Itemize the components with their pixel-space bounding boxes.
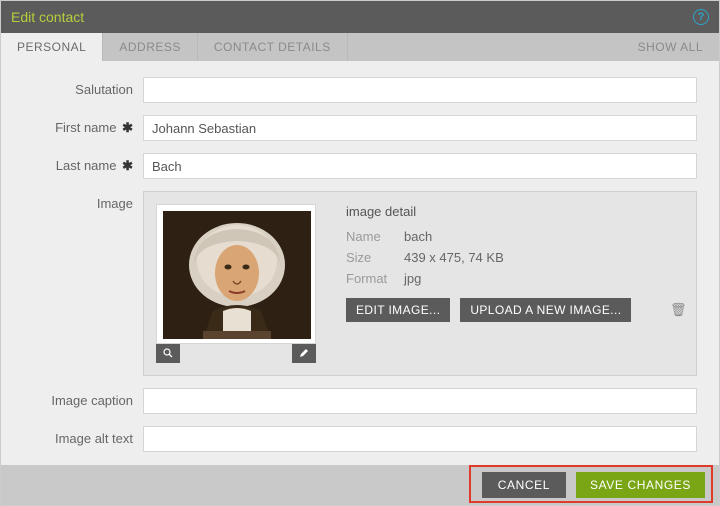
meta-format-label: Format [346,271,404,286]
dialog-title: Edit contact [11,9,84,25]
zoom-icon[interactable] [156,343,180,363]
image-caption-input[interactable] [143,388,697,414]
image-alt-input[interactable] [143,426,697,452]
meta-format-value: jpg [404,271,421,286]
required-icon: ✱ [122,120,133,135]
trash-icon[interactable]: 🗑 [670,302,684,318]
help-icon[interactable]: ? [693,9,709,25]
image-meta: image detail Namebach Size439 x 475, 74 … [346,204,684,363]
meta-size-value: 439 x 475, 74 KB [404,250,504,265]
tab-address[interactable]: ADDRESS [103,33,198,61]
label-image-alt: Image alt text [23,426,143,446]
label-image-caption: Image caption [23,388,143,408]
form-personal: Salutation First name ✱ Last name ✱ Imag… [1,61,719,474]
label-last-name: Last name ✱ [23,153,143,174]
meta-name-value: bach [404,229,432,244]
edit-contact-dialog: Edit contact ? PERSONAL ADDRESS CONTACT … [0,0,720,506]
meta-size-label: Size [346,250,404,265]
meta-name-label: Name [346,229,404,244]
image-thumbnail [156,204,316,344]
edit-pencil-icon[interactable] [292,343,316,363]
first-name-input[interactable] [143,115,697,141]
label-salutation: Salutation [23,77,143,97]
titlebar: Edit contact ? [1,1,719,33]
save-changes-button[interactable]: SAVE CHANGES [576,472,705,498]
tab-show-all[interactable]: SHOW ALL [622,33,719,61]
required-icon: ✱ [122,158,133,173]
cancel-button[interactable]: CANCEL [482,472,566,498]
label-first-name: First name ✱ [23,115,143,136]
salutation-input[interactable] [143,77,697,103]
label-image: Image [23,191,143,211]
last-name-input[interactable] [143,153,697,179]
image-box: image detail Namebach Size439 x 475, 74 … [143,191,697,376]
upload-image-button[interactable]: UPLOAD A NEW IMAGE... [460,298,631,322]
image-detail-heading: image detail [346,204,684,219]
dialog-footer: CANCEL SAVE CHANGES [1,465,719,505]
tab-contact-details[interactable]: CONTACT DETAILS [198,33,348,61]
portrait-image [163,211,311,339]
thumbnail-toolbar [156,343,316,363]
edit-image-button[interactable]: EDIT IMAGE... [346,298,450,322]
tab-personal[interactable]: PERSONAL [1,33,103,61]
tabs: PERSONAL ADDRESS CONTACT DETAILS SHOW AL… [1,33,719,61]
